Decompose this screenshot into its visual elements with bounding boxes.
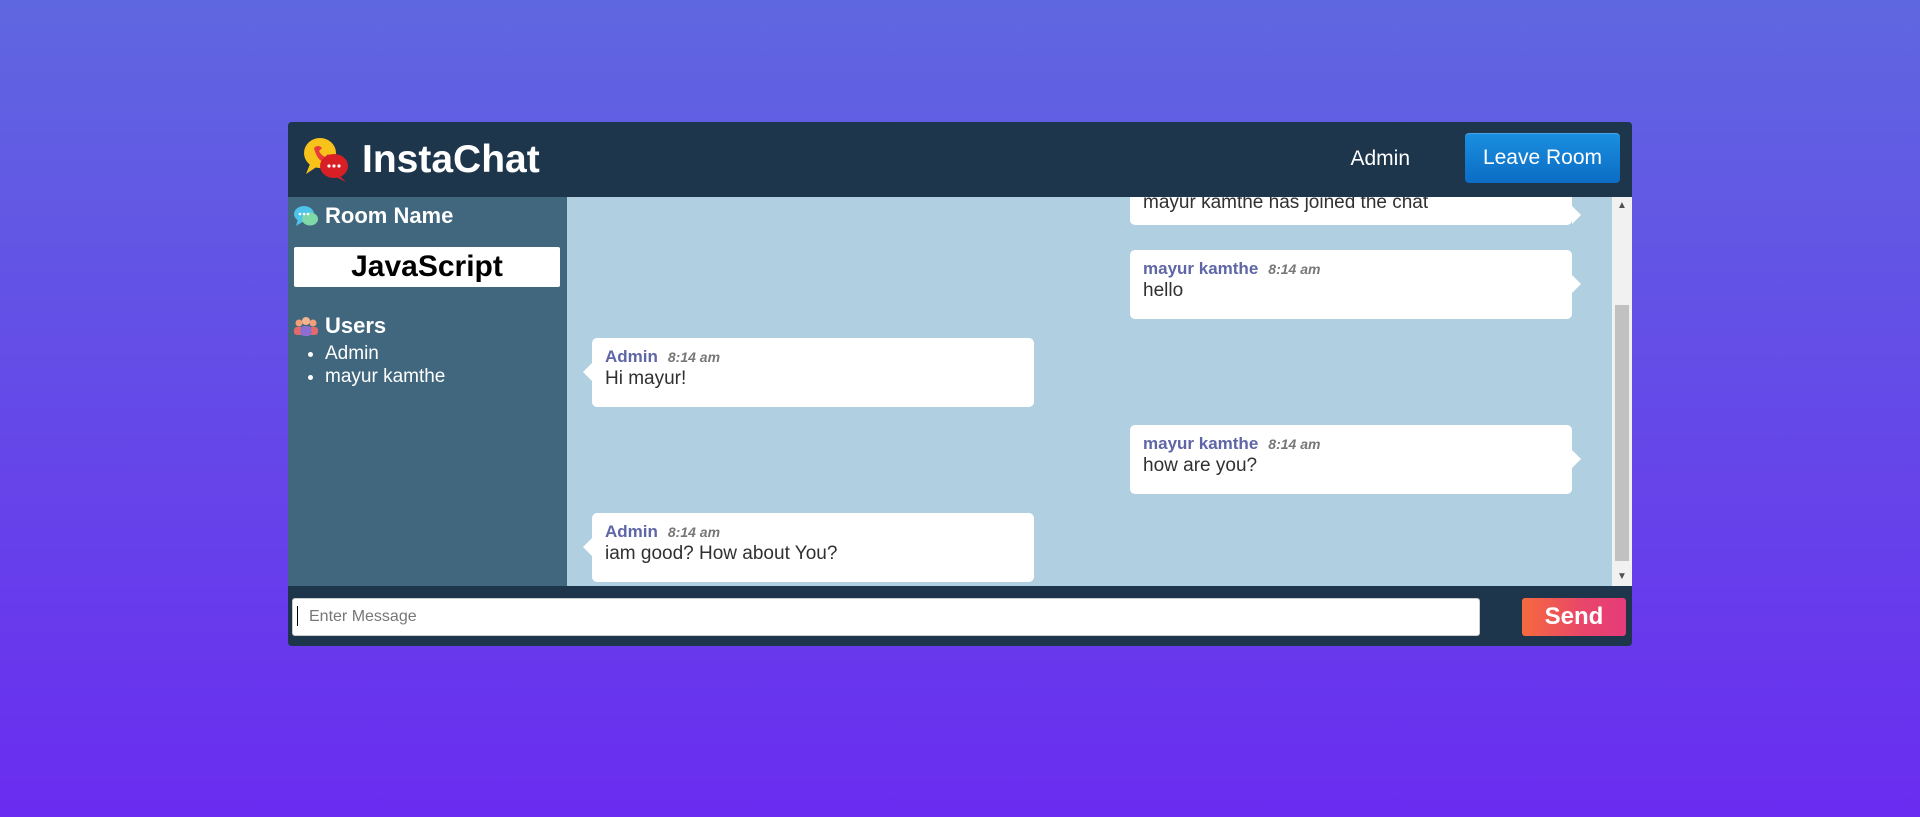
message-username: mayur kamthe [1143,259,1259,278]
chat-bubbles-icon [294,206,318,226]
message-username: Admin [605,347,658,366]
message-meta: mayur kamthe 8:14 am [1143,259,1559,279]
message-text: mayur kamthe has joined the chat [1143,197,1429,213]
room-name-heading-label: Room Name [325,203,454,228]
message-username: Admin [605,522,658,541]
scroll-down-arrow-icon[interactable]: ▼ [1612,568,1632,586]
message-username: mayur kamthe [1143,434,1259,453]
message-meta: mayur kamthe 8:14 am [1143,434,1559,454]
chat-bubbles-logo-icon [304,138,348,182]
message-text: hello [1143,280,1184,301]
message-bubble: Admin 8:14 am iam good? How about You? [583,513,1034,582]
scroll-up-arrow-icon[interactable]: ▲ [1612,197,1632,215]
chat-header: InstaChat Admin Leave Room [288,122,1632,197]
message-time: 8:14 am [667,349,721,365]
send-button[interactable]: Send [1522,598,1626,636]
messages-scrollbar[interactable]: ▲ ▼ [1612,197,1632,586]
message-bubble: mayur kamthe has joined the chat [1130,197,1581,225]
message-composer: Send [288,586,1632,646]
message-input[interactable] [292,598,1480,636]
leave-room-button[interactable]: Leave Room [1465,133,1620,183]
room-name-heading: Room Name [293,202,453,230]
app-title: InstaChat [362,138,540,181]
user-list-item: mayur kamthe [325,365,445,388]
message-bubble: mayur kamthe 8:14 am hello [1130,250,1581,319]
room-name-value: JavaScript [294,247,560,287]
messages-panel[interactable]: mayur kamthe has joined the chat mayur k… [567,197,1612,586]
message-text: Hi mayur! [605,368,687,389]
users-list: Admin mayur kamthe [288,342,445,388]
user-list-item: Admin [325,342,445,365]
users-heading: Users [293,312,386,340]
text-caret [297,606,298,626]
message-text: iam good? How about You? [605,543,838,564]
message-meta: Admin 8:14 am [605,347,1021,367]
message-bubble: Admin 8:14 am Hi mayur! [583,338,1034,407]
users-group-icon [294,317,318,336]
message-bubble: mayur kamthe 8:14 am how are you? [1130,425,1581,494]
chat-window: InstaChat Admin Leave Room Room Name Jav… [288,122,1632,646]
message-meta: Admin 8:14 am [605,522,1021,542]
current-user-name: Admin [1350,147,1410,170]
scrollbar-thumb[interactable] [1615,305,1629,561]
sidebar: Room Name JavaScript Users Admin mayur k… [288,197,567,586]
users-heading-label: Users [325,313,387,338]
message-text: how are you? [1143,455,1258,476]
message-time: 8:14 am [1268,261,1321,277]
message-time: 8:14 am [667,524,721,540]
message-time: 8:14 am [1268,436,1321,452]
